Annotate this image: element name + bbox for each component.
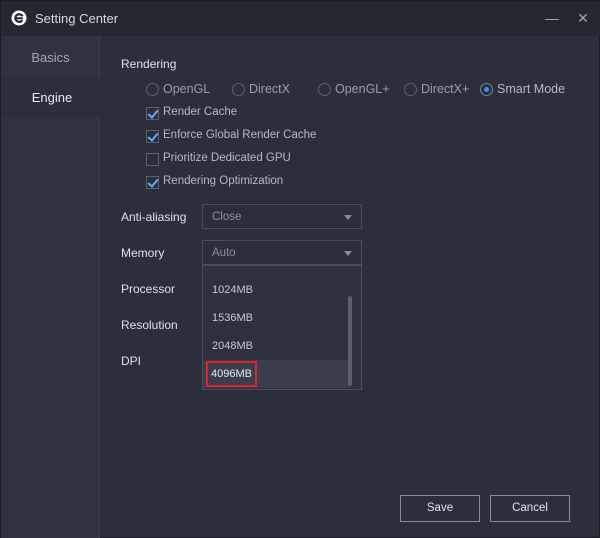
resolution-label: Resolution: [121, 318, 178, 332]
dropdown-scrollbar[interactable]: [348, 296, 352, 386]
title-bar: Setting Center — ✕: [1, 1, 600, 36]
sidebar-item-engine[interactable]: Engine: [1, 78, 100, 117]
checkbox-indicator: [146, 107, 159, 120]
radio-indicator: [480, 83, 493, 96]
close-icon[interactable]: ✕: [574, 9, 592, 27]
anti-aliasing-select[interactable]: Close: [202, 204, 362, 229]
radio-indicator: [318, 83, 331, 96]
checkbox-label: Prioritize Dedicated GPU: [163, 152, 291, 164]
radio-label: DirectX: [249, 82, 290, 96]
chevron-down-icon: [344, 251, 352, 256]
save-button[interactable]: Save: [400, 495, 480, 522]
radio-label: OpenGL+: [335, 82, 390, 96]
chevron-down-icon: [344, 215, 352, 220]
cancel-button[interactable]: Cancel: [490, 495, 570, 522]
radio-indicator: [146, 83, 159, 96]
memory-option-2048[interactable]: 2048MB: [203, 332, 351, 360]
sidebar-item-basics[interactable]: Basics: [1, 38, 100, 77]
memory-value: Auto: [212, 247, 236, 259]
checkbox-label: Rendering Optimization: [163, 175, 284, 187]
anti-aliasing-value: Close: [212, 211, 242, 223]
checkbox-indicator: [146, 153, 159, 166]
radio-indicator: [404, 83, 417, 96]
memory-select[interactable]: Auto: [202, 240, 362, 265]
checkbox-indicator: [146, 176, 159, 189]
checkbox-label: Enforce Global Render Cache: [163, 129, 317, 141]
app-logo-icon: [11, 10, 27, 26]
anti-aliasing-label: Anti-aliasing: [121, 210, 187, 224]
radio-label: DirectX+: [421, 82, 470, 96]
memory-option-4096[interactable]: 4096MB: [203, 360, 351, 388]
window-title: Setting Center: [35, 11, 119, 26]
processor-label: Processor: [121, 282, 176, 296]
minimize-icon[interactable]: —: [543, 9, 561, 27]
settings-window: Setting Center — ✕ Basics Engine Renderi…: [0, 0, 600, 538]
radio-label: OpenGL: [163, 82, 211, 96]
checkbox-label: Render Cache: [163, 106, 238, 118]
highlighted-option-label: 4096MB: [206, 361, 257, 387]
rendering-section-title: Rendering: [121, 57, 177, 71]
settings-sidebar: Basics Engine: [1, 36, 100, 538]
memory-option-1536[interactable]: 1536MB: [203, 304, 351, 332]
memory-dropdown-list: 1024MB 1536MB 2048MB 4096MB: [202, 265, 362, 390]
memory-option-1024[interactable]: 1024MB: [203, 276, 351, 304]
radio-indicator: [232, 83, 245, 96]
checkbox-indicator: [146, 130, 159, 143]
radio-label: Smart Mode: [497, 82, 566, 96]
memory-label: Memory: [121, 246, 165, 260]
dpi-label: DPI: [121, 354, 142, 368]
